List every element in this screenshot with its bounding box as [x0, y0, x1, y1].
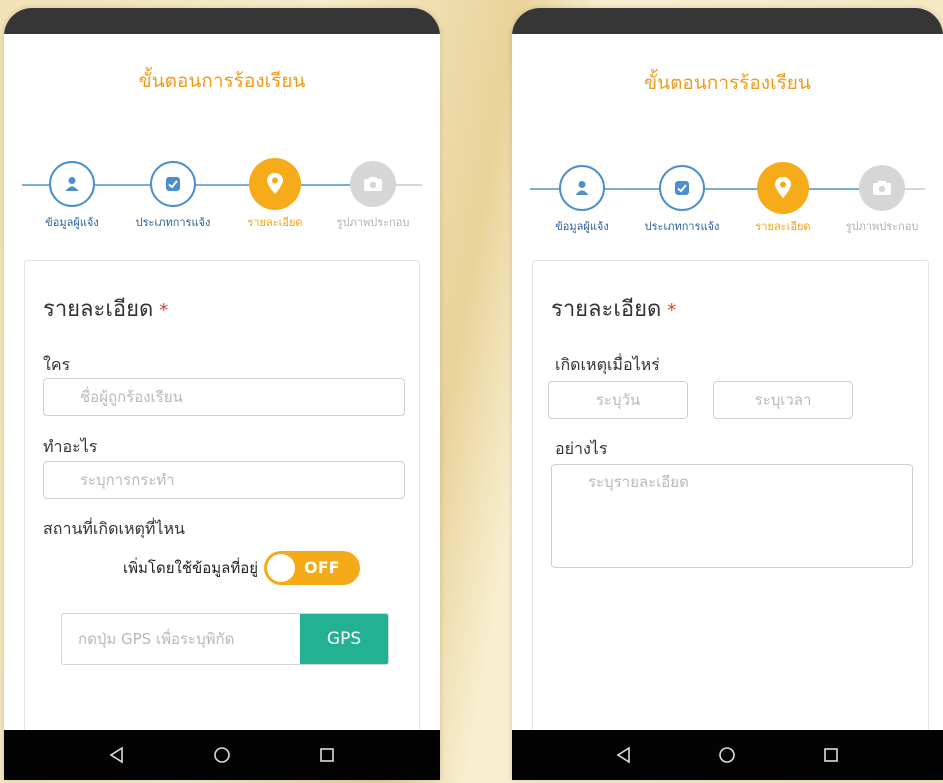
gps-input-group: กดปุ่ม GPS เพื่อระบุพิกัด GPS [61, 613, 389, 665]
step-details[interactable]: รายละเอียด [728, 160, 838, 235]
phone-screen-right: ขั้นตอนการร้องเรียน ข้อมูลผู้แจ้ง ประเภท… [512, 8, 943, 780]
map-pin-icon [249, 158, 301, 210]
step-photos[interactable]: รูปภาพประกอบ [318, 156, 428, 231]
recents-icon[interactable] [811, 735, 851, 775]
required-mark: * [667, 300, 677, 321]
page-title: ขั้นตอนการร้องเรียน [138, 70, 306, 92]
required-mark: * [159, 300, 169, 321]
details-form-card: รายละเอียด * ใคร ชื่อผู้ถูกร้องเรียน ทำอะ… [24, 260, 420, 730]
checkbox-icon [150, 161, 196, 207]
checkbox-icon [659, 165, 705, 211]
step-label: รายละเอียด [755, 220, 811, 233]
step-label: รูปภาพประกอบ [336, 216, 410, 229]
what-input[interactable]: ระบุการกระทำ [43, 461, 405, 499]
gps-coordinate-input[interactable]: กดปุ่ม GPS เพื่อระบุพิกัด [62, 614, 300, 664]
recents-icon[interactable] [307, 735, 347, 775]
step-reporter-info[interactable]: ข้อมูลผู้แจ้ง [527, 160, 637, 235]
step-label: รูปภาพประกอบ [845, 220, 919, 233]
who-label: ใคร [43, 355, 71, 374]
camera-icon [859, 165, 905, 211]
step-photos[interactable]: รูปภาพประกอบ [827, 160, 937, 235]
use-address-toggle[interactable]: OFF [264, 551, 361, 585]
step-details[interactable]: รายละเอียด [220, 156, 330, 231]
step-label: รายละเอียด [247, 216, 303, 229]
how-label: อย่างไร [555, 439, 608, 458]
step-label: ข้อมูลผู้แจ้ง [45, 216, 99, 229]
how-textarea[interactable]: ระบุรายละเอียด [551, 464, 913, 568]
when-label: เกิดเหตุเมื่อไหร่ [555, 355, 660, 374]
where-label: สถานที่เกิดเหตุที่ไหน [43, 519, 185, 538]
step-reporter-info[interactable]: ข้อมูลผู้แจ้ง [17, 156, 127, 231]
what-label: ทำอะไร [43, 437, 98, 456]
user-icon [49, 161, 95, 207]
toggle-state: OFF [304, 558, 340, 577]
form-heading: รายละเอียด * [551, 297, 677, 322]
android-nav-bar [4, 730, 440, 780]
home-icon[interactable] [707, 735, 747, 775]
page-title: ขั้นตอนการร้องเรียน [644, 72, 811, 94]
home-icon[interactable] [202, 735, 242, 775]
progress-stepper: ข้อมูลผู้แจ้ง ประเภทการแจ้ง รายละเอียด ร… [4, 156, 440, 246]
back-icon[interactable] [604, 735, 644, 775]
back-icon[interactable] [97, 735, 137, 775]
details-form-card: รายละเอียด * เกิดเหตุเมื่อไหร่ ระบุวัน ระ… [532, 260, 929, 730]
step-report-type[interactable]: ประเภทการแจ้ง [118, 156, 228, 231]
step-label: ข้อมูลผู้แจ้ง [555, 220, 609, 233]
toggle-knob [267, 554, 296, 582]
step-label: ประเภทการแจ้ง [135, 216, 211, 229]
step-label: ประเภทการแจ้ง [644, 220, 720, 233]
phone-screen-left: ขั้นตอนการร้องเรียน ข้อมูลผู้แจ้ง ประเภท… [4, 8, 440, 780]
android-nav-bar [512, 730, 943, 780]
status-bar [512, 8, 943, 34]
step-report-type[interactable]: ประเภทการแจ้ง [627, 160, 737, 235]
location-toggle-row: เพิ่มโดยใช้ข้อมูลที่อยู่ OFF [123, 551, 361, 585]
form-heading: รายละเอียด * [43, 297, 169, 322]
status-bar [4, 8, 440, 34]
user-icon [559, 165, 605, 211]
map-pin-icon [757, 162, 809, 214]
toggle-label: เพิ่มโดยใช้ข้อมูลที่อยู่ [123, 559, 259, 577]
camera-icon [350, 161, 396, 207]
gps-button[interactable]: GPS [300, 614, 388, 664]
progress-stepper: ข้อมูลผู้แจ้ง ประเภทการแจ้ง รายละเอียด ร… [512, 160, 943, 250]
who-input[interactable]: ชื่อผู้ถูกร้องเรียน [43, 378, 405, 416]
time-input[interactable]: ระบุเวลา [713, 381, 853, 419]
date-input[interactable]: ระบุวัน [548, 381, 688, 419]
